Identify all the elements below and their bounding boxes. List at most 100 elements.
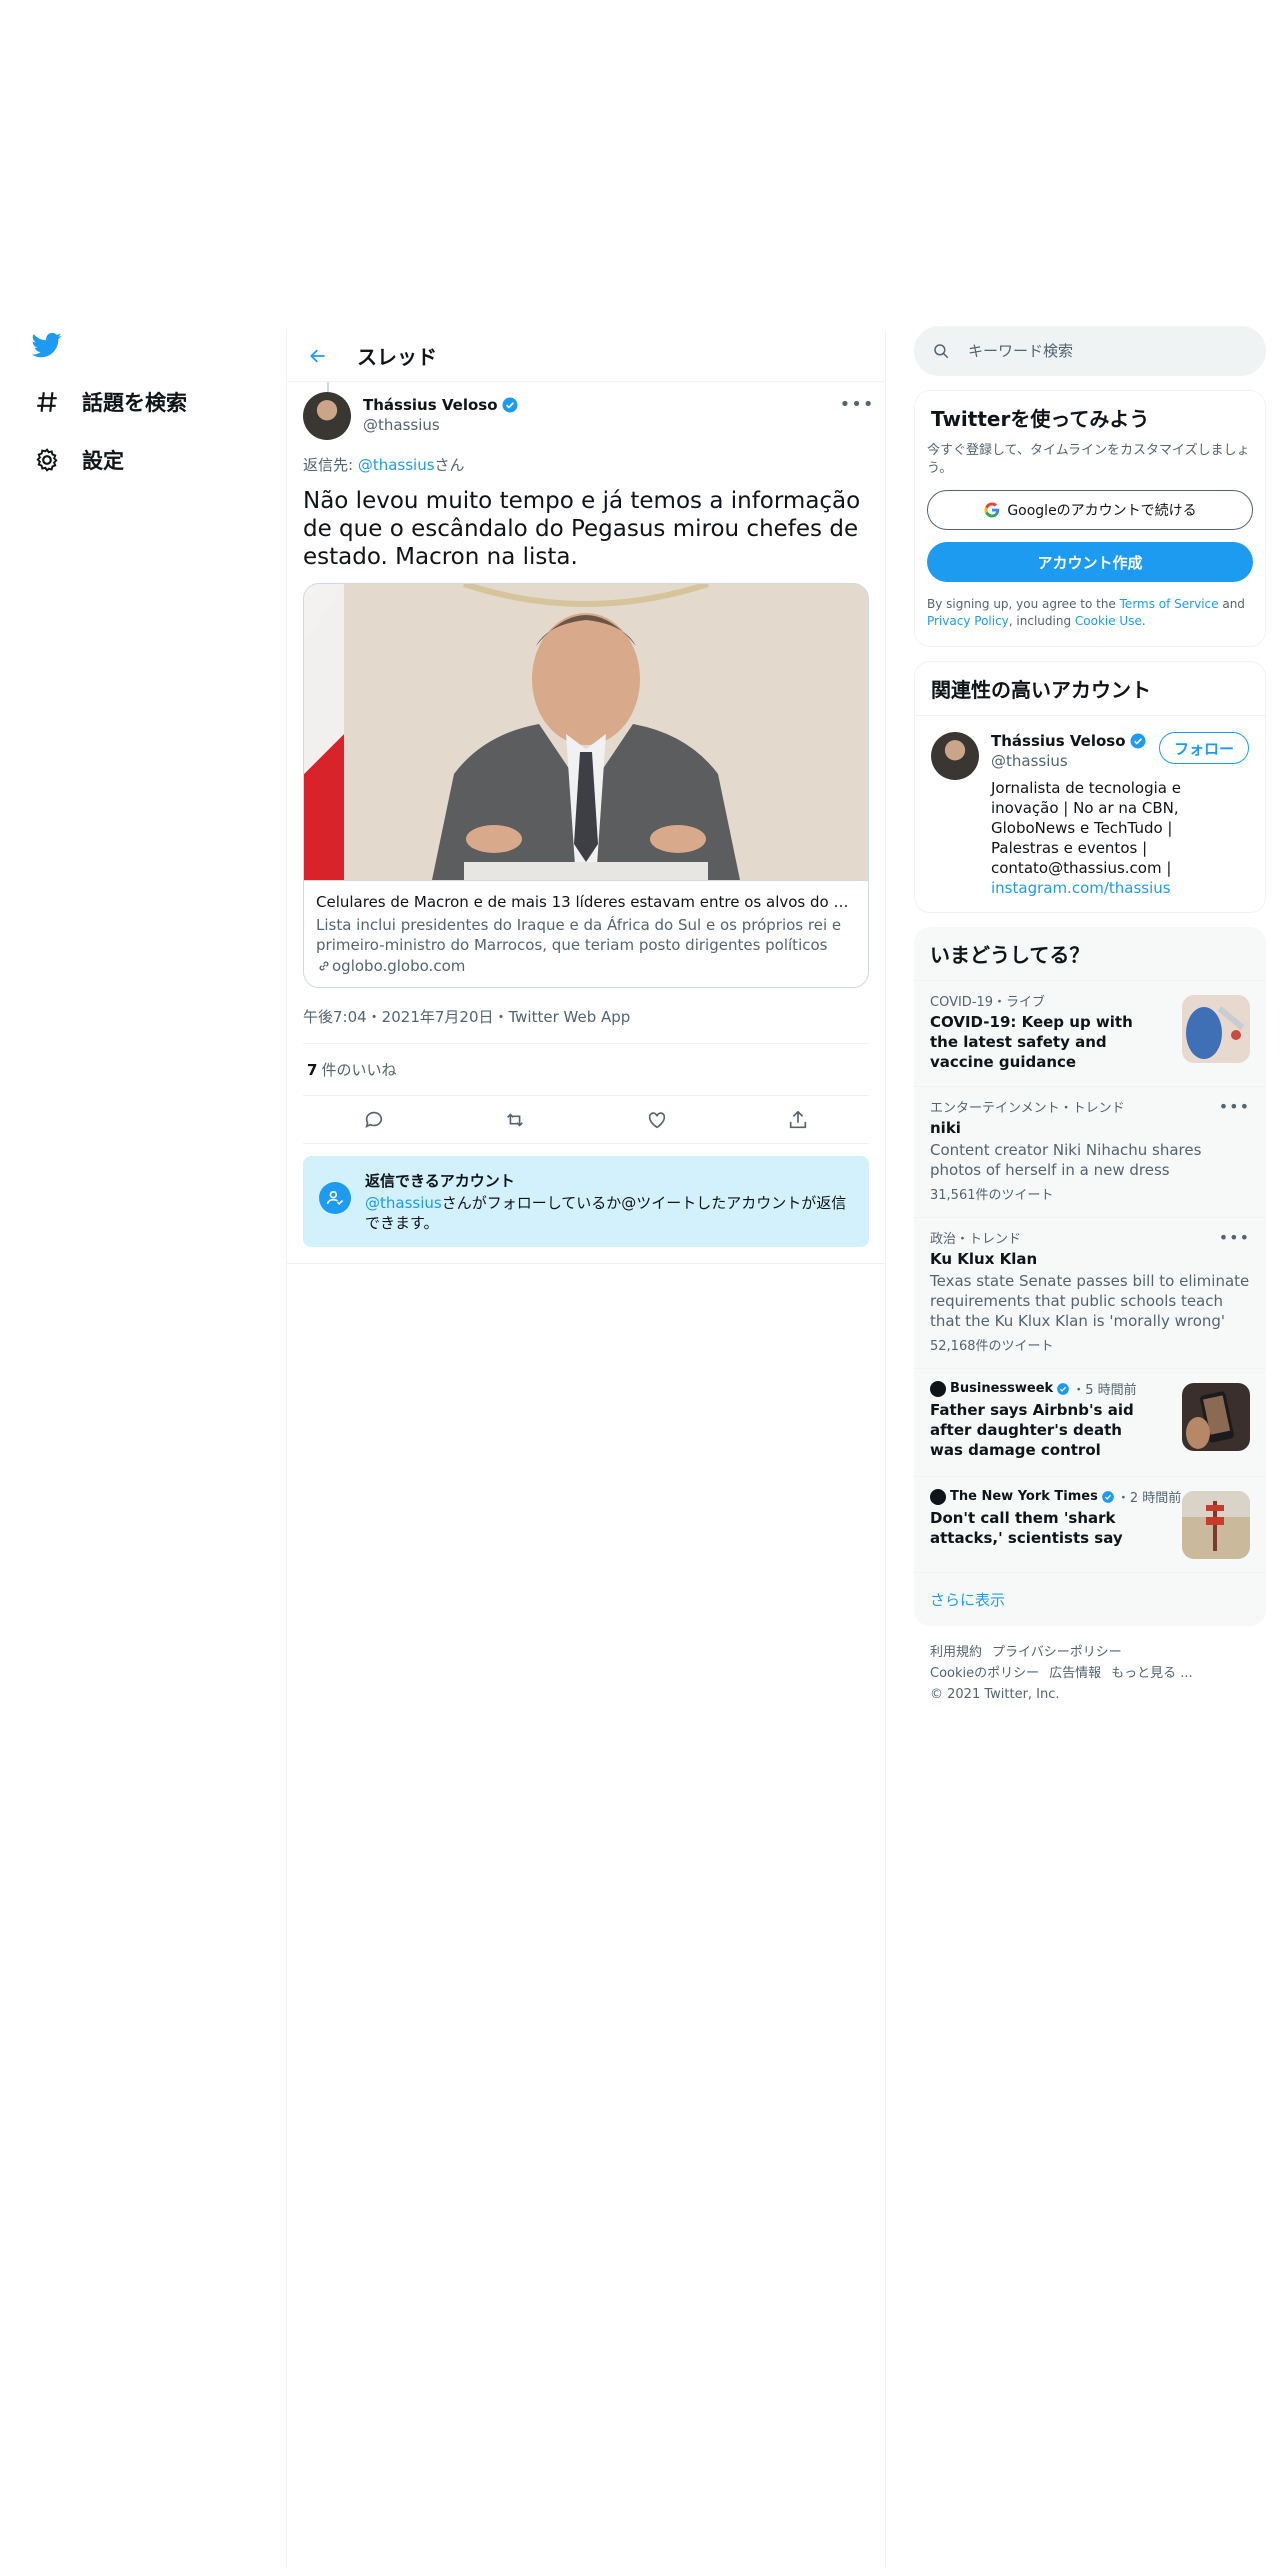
verified-badge-icon bbox=[1102, 1490, 1114, 1503]
share-icon bbox=[790, 1110, 807, 1128]
reply-button[interactable] bbox=[357, 1103, 391, 1137]
retweet-button[interactable] bbox=[498, 1103, 532, 1137]
news-time: ・5 時間前 bbox=[1072, 1383, 1137, 1398]
author-name-text: Thássius Veloso bbox=[363, 396, 498, 414]
legal-and: and bbox=[1218, 597, 1245, 611]
tweet-text: Não levou muito tempo e já temos a infor… bbox=[303, 488, 861, 570]
link-icon bbox=[319, 961, 329, 971]
trend-item[interactable]: エンターテインメント・トレンド ••• niki Content creator… bbox=[914, 1087, 1266, 1218]
search-input[interactable] bbox=[968, 342, 1228, 360]
news-item[interactable]: Businessweek ・5 時間前 Father says Airbnb's… bbox=[914, 1369, 1266, 1477]
trend-item[interactable]: COVID-19・ライブ COVID-19: Keep up with the … bbox=[914, 981, 1266, 1087]
thread-header: スレッド bbox=[287, 330, 885, 382]
reply-icon bbox=[365, 1111, 382, 1128]
reply-prefix: 返信先: bbox=[303, 456, 358, 474]
news-source-name: The New York Times bbox=[950, 1489, 1098, 1504]
related-accounts-panel: 関連性の高いアカウント Thássius Veloso @thassius Jo… bbox=[914, 661, 1266, 913]
card-domain-text: oglobo.globo.com bbox=[332, 957, 466, 975]
trend-tweet-count: 52,168件のツイート bbox=[930, 1339, 1054, 1354]
reply-to-handle-link[interactable]: @thassius bbox=[358, 456, 435, 474]
avatar[interactable] bbox=[931, 732, 979, 780]
nav-item-explore[interactable]: 話題を検索 bbox=[30, 382, 187, 422]
page-title: スレッド bbox=[357, 345, 437, 369]
show-more-link[interactable]: さらに表示 bbox=[914, 1573, 1266, 1626]
trend-title: niki bbox=[930, 1119, 961, 1137]
news-title: Don't call them 'shark attacks,' scienti… bbox=[930, 1509, 1123, 1547]
search-icon bbox=[934, 344, 949, 359]
gear-icon bbox=[30, 443, 64, 477]
more-options-icon[interactable]: ••• bbox=[840, 392, 874, 416]
signup-subtitle: 今すぐ登録して、タイムラインをカスタマイズしましょう。 bbox=[927, 443, 1250, 476]
trends-title: いまどうしてる？ bbox=[914, 927, 1266, 981]
trend-tweet-count: 31,561件のツイート bbox=[930, 1188, 1054, 1203]
trend-item[interactable]: 政治・トレンド ••• Ku Klux Klan Texas state Sen… bbox=[914, 1218, 1266, 1369]
follow-button[interactable]: フォロー bbox=[1158, 732, 1249, 764]
news-source-name: Businessweek bbox=[950, 1381, 1054, 1396]
reply-to-line: 返信先: @thassiusさん bbox=[303, 454, 869, 475]
reply-restriction-title: 返信できるアカウント bbox=[365, 1172, 515, 1190]
tweet-author: Thássius Veloso @thassius bbox=[303, 382, 869, 450]
terms-link[interactable]: Terms of Service bbox=[1120, 597, 1219, 611]
card-description: Lista inclui presidentes do Iraque e da … bbox=[316, 916, 842, 954]
thread-connector-line bbox=[327, 382, 329, 392]
heart-icon bbox=[648, 1111, 665, 1128]
link-card[interactable]: Celulares de Macron e de mais 13 líderes… bbox=[303, 583, 869, 988]
related-user-name-text: Thássius Veloso bbox=[991, 732, 1126, 750]
footer-link[interactable]: 広告情報 bbox=[1049, 1666, 1101, 1681]
likes-count[interactable]: 7 件のいいね bbox=[303, 1044, 869, 1096]
more-options-icon[interactable]: ••• bbox=[1219, 1097, 1250, 1116]
footer-link[interactable]: もっと見る ... bbox=[1111, 1666, 1193, 1681]
related-title: 関連性の高いアカウント bbox=[915, 662, 1265, 716]
trend-thumbnail bbox=[1182, 995, 1250, 1063]
news-item[interactable]: The New York Times ・2 時間前 Don't call the… bbox=[914, 1477, 1266, 1573]
legal-prefix: By signing up, you agree to the bbox=[927, 597, 1120, 611]
trend-category: エンターテインメント・トレンド bbox=[930, 1101, 1125, 1116]
reply-restriction-notice: 返信できるアカウント @thassiusさんがフォローしているか@ツイートしたア… bbox=[303, 1156, 869, 1247]
likes-number: 7 bbox=[307, 1060, 318, 1079]
verified-badge-icon bbox=[1057, 1382, 1070, 1395]
hashtag-icon bbox=[30, 385, 64, 419]
bio-link[interactable]: instagram.com/thassius bbox=[991, 879, 1171, 897]
divider bbox=[287, 1263, 885, 1264]
trend-title: Ku Klux Klan bbox=[930, 1250, 1038, 1268]
privacy-link[interactable]: Privacy Policy bbox=[927, 614, 1009, 628]
nav-item-label: 話題を検索 bbox=[82, 391, 187, 415]
nav-item-settings[interactable]: 設定 bbox=[30, 440, 124, 480]
google-signup-button[interactable]: Googleのアカウントで続ける bbox=[927, 490, 1253, 530]
more-options-icon[interactable]: ••• bbox=[1219, 1228, 1250, 1247]
signup-title: Twitterを使ってみよう bbox=[931, 407, 1150, 431]
tweet-timestamp[interactable]: 午後7:04・2021年7月20日・Twitter Web App bbox=[303, 1006, 869, 1044]
avatar[interactable] bbox=[303, 392, 351, 440]
create-account-button[interactable]: アカウント作成 bbox=[927, 542, 1253, 582]
reply-restriction-handle[interactable]: @thassius bbox=[365, 1194, 442, 1212]
card-photo-illustration bbox=[304, 584, 868, 880]
like-button[interactable] bbox=[640, 1103, 674, 1137]
news-thumbnail bbox=[1182, 1491, 1250, 1559]
twitter-logo-icon[interactable] bbox=[30, 330, 64, 360]
reply-restriction-desc: @thassiusさんがフォローしているか@ツイートしたアカウントが返信できます… bbox=[365, 1193, 853, 1233]
legal-end: . bbox=[1141, 614, 1146, 628]
cookie-link[interactable]: Cookie Use bbox=[1075, 614, 1142, 628]
google-logo-icon bbox=[984, 502, 1000, 518]
related-user[interactable]: Thássius Veloso @thassius Jornalista de … bbox=[915, 716, 1265, 912]
footer-link[interactable]: 利用規約 bbox=[930, 1645, 982, 1660]
likes-label: 件のいいね bbox=[321, 1061, 397, 1079]
retweet-icon bbox=[507, 1112, 524, 1127]
tweet-actions bbox=[303, 1096, 869, 1144]
sidebar-footer: 利用規約 プライバシーポリシー Cookieのポリシー 広告情報 もっと見る ... … bbox=[914, 1626, 1266, 1721]
bio-text: Jornalista de tecnologia e inovação | No… bbox=[991, 779, 1181, 877]
news-thumbnail bbox=[1182, 1383, 1250, 1451]
nyt-logo-icon bbox=[930, 1488, 946, 1505]
back-button[interactable] bbox=[301, 339, 335, 373]
footer-link[interactable]: プライバシーポリシー bbox=[992, 1645, 1122, 1660]
card-domain: oglobo.globo.com bbox=[316, 957, 856, 975]
signup-panel: Twitterを使ってみよう 今すぐ登録して、タイムラインをカスタマイズしましょ… bbox=[914, 390, 1266, 647]
google-signup-label: Googleのアカウントで続ける bbox=[1007, 503, 1197, 519]
signup-legal-text: By signing up, you agree to the Terms of… bbox=[915, 582, 1265, 646]
search-bar[interactable] bbox=[914, 326, 1266, 376]
share-button[interactable] bbox=[781, 1103, 815, 1137]
author-name[interactable]: Thássius Veloso bbox=[363, 396, 519, 414]
author-handle[interactable]: @thassius bbox=[363, 416, 519, 434]
related-user-bio: Jornalista de tecnologia e inovação | No… bbox=[991, 778, 1231, 898]
footer-link[interactable]: Cookieのポリシー bbox=[930, 1666, 1039, 1681]
